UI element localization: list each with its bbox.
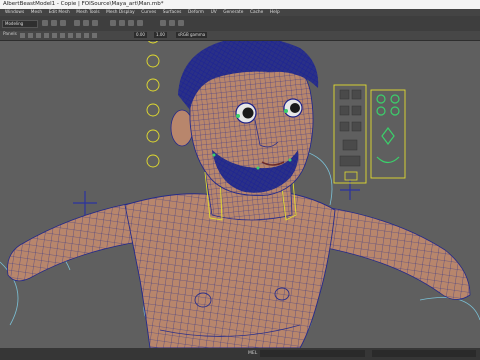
select-hierarchy-icon[interactable] [74,20,80,26]
snap-grid-icon[interactable] [110,20,116,26]
status-line-toolbar: Modeling [0,16,480,31]
menu-help[interactable]: Help [270,9,280,16]
head-mesh [170,41,319,196]
panels-menu[interactable]: Panels [3,32,17,37]
lights-icon[interactable] [60,33,65,38]
menu-uv[interactable]: UV [211,9,217,16]
select-object-icon[interactable] [83,20,89,26]
mode-selector[interactable]: Modeling [2,20,38,28]
command-feedback [372,350,476,357]
camera-icon[interactable] [20,33,25,38]
scene-svg [0,41,480,348]
menu-edit-mesh[interactable]: Edit Mesh [49,9,70,16]
select-component-icon[interactable] [92,20,98,26]
window-title: AlbertBeastModel1 - Copie | FOISource\Ma… [3,1,164,7]
menu-deform[interactable]: Deform [188,9,204,16]
exposure-field[interactable]: 0.00 [134,32,147,38]
wireframe-icon[interactable] [36,33,41,38]
snap-surface-icon[interactable] [137,20,143,26]
menu-mesh-display[interactable]: Mesh Display [106,9,135,16]
save-scene-icon[interactable] [60,20,66,26]
window-titlebar: AlbertBeastModel1 - Copie | FOISource\Ma… [0,0,480,9]
render-settings-icon[interactable] [178,20,184,26]
menu-generate[interactable]: Generate [223,9,243,16]
mel-label: MEL [248,351,258,356]
gamma-field[interactable]: 1.00 [154,32,167,38]
isolate-icon[interactable] [76,33,81,38]
colorspace-dropdown[interactable]: sRGB gamma [176,32,208,38]
panel-toolbar: Panels 0.00 1.00 sRGB gamma [0,31,480,41]
shadows-icon[interactable] [68,33,73,38]
command-line: MEL [0,348,480,360]
menu-mesh-tools[interactable]: Mesh Tools [76,9,99,16]
xray-icon[interactable] [84,33,89,38]
render-icon[interactable] [160,20,166,26]
main-menubar: Windows Mesh Edit Mesh Mesh Tools Mesh D… [0,9,480,16]
smooth-shade-icon[interactable] [44,33,49,38]
facial-controls-circles [146,41,160,168]
menu-curves[interactable]: Curves [141,9,156,16]
xray-joints-icon[interactable] [92,33,97,38]
open-scene-icon[interactable] [51,20,57,26]
menu-mesh[interactable]: Mesh [31,9,42,16]
textured-icon[interactable] [52,33,57,38]
face-ui-panel [333,84,406,184]
mel-command-input[interactable] [260,350,365,357]
grid-icon[interactable] [28,33,33,38]
ipr-render-icon[interactable] [169,20,175,26]
snap-curve-icon[interactable] [119,20,125,26]
menu-cache[interactable]: Cache [250,9,263,16]
snap-point-icon[interactable] [128,20,134,26]
new-scene-icon[interactable] [42,20,48,26]
menu-windows[interactable]: Windows [5,9,24,16]
viewport-3d[interactable] [0,41,480,348]
menu-surfaces[interactable]: Surfaces [163,9,182,16]
